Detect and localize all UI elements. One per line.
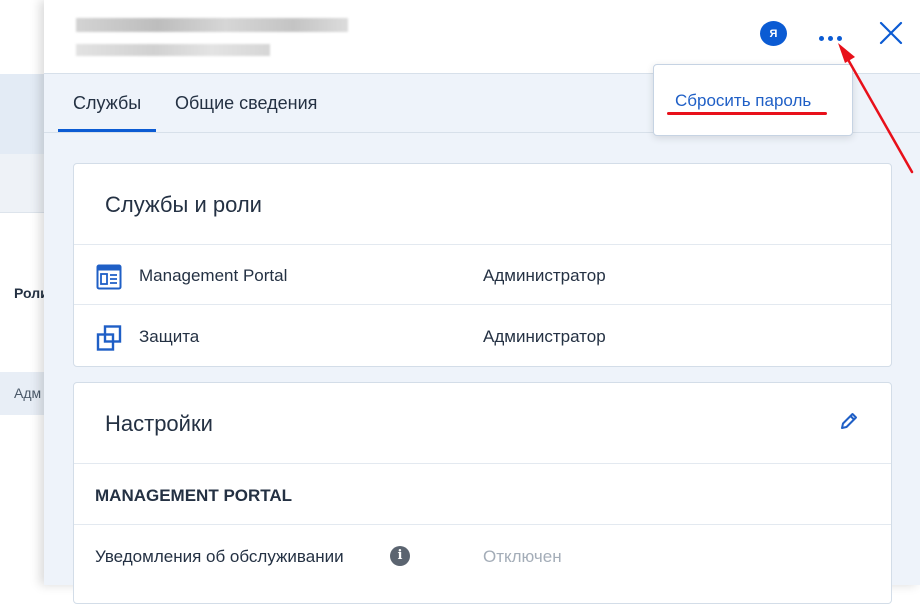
- settings-card: Настройки MANAGEMENT PORTAL Уведомления …: [73, 382, 892, 604]
- background-row-value: Адм: [14, 385, 42, 401]
- tab-general-info[interactable]: Общие сведения: [175, 74, 317, 132]
- protection-icon: [96, 325, 122, 351]
- tab-general-info-label: Общие сведения: [175, 93, 318, 113]
- services-roles-card: Службы и роли Management Portal Админист…: [73, 163, 892, 367]
- panel-header: Я: [44, 0, 920, 74]
- tab-services[interactable]: Службы: [58, 74, 157, 132]
- service-name: Management Portal: [139, 266, 288, 285]
- settings-section-label: MANAGEMENT PORTAL: [95, 486, 293, 505]
- more-options-menu: Сбросить пароль: [653, 64, 853, 136]
- more-horizontal-icon: [837, 36, 842, 41]
- redacted-user-name: [76, 18, 348, 32]
- background-page: Роли Адм: [0, 0, 44, 585]
- info-icon[interactable]: i: [390, 546, 410, 566]
- service-role: Администратор: [483, 266, 606, 285]
- annotation-underline: [667, 112, 827, 115]
- background-page-header: [0, 0, 44, 75]
- more-horizontal-icon: [828, 36, 833, 41]
- service-role: Администратор: [483, 327, 606, 346]
- redacted-user-email: [76, 44, 270, 56]
- user-avatar[interactable]: Я: [760, 21, 787, 46]
- divider: [74, 524, 891, 525]
- maintenance-notifications-value: Отключен: [483, 547, 562, 566]
- close-button[interactable]: [878, 20, 904, 46]
- divider: [74, 304, 891, 305]
- divider: [74, 463, 891, 464]
- services-roles-title: Службы и роли: [105, 192, 262, 217]
- settings-title: Настройки: [105, 411, 213, 436]
- tab-services-label: Службы: [73, 93, 142, 113]
- background-page-band: [0, 74, 44, 154]
- management-portal-icon: [96, 264, 122, 290]
- reset-password-menu-item[interactable]: Сбросить пароль: [675, 91, 811, 111]
- close-icon: [879, 21, 903, 45]
- divider: [74, 244, 891, 245]
- maintenance-notifications-label: Уведомления об обслуживании: [95, 547, 344, 566]
- more-options-button[interactable]: [812, 22, 848, 50]
- pencil-icon[interactable]: [839, 411, 859, 431]
- service-name: Защита: [139, 327, 200, 346]
- more-horizontal-icon: [819, 36, 824, 41]
- user-details-panel: Я Службы Общие сведения Сбросить пароль …: [44, 0, 920, 604]
- background-column-header: Роли: [14, 285, 44, 301]
